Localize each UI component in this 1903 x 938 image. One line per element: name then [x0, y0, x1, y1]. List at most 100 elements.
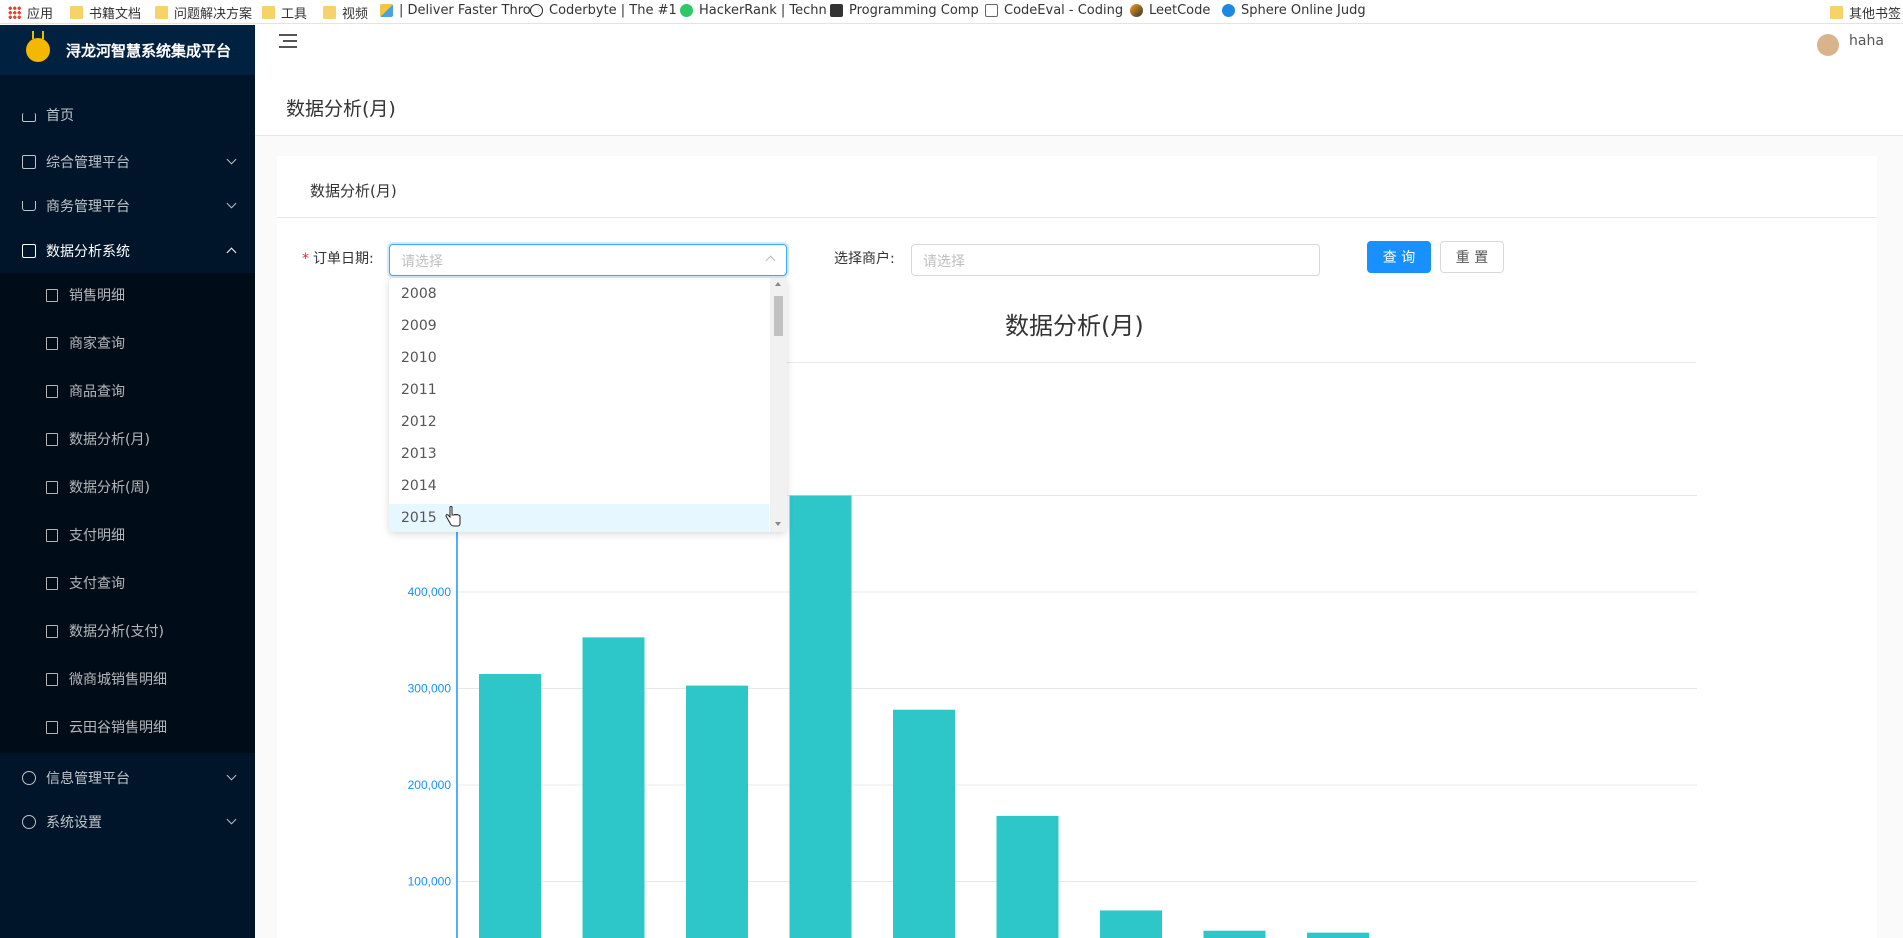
list-icon — [46, 480, 58, 494]
sub-item-yuntiangu-sales[interactable]: 云田谷销售明细 — [0, 705, 255, 749]
query-button[interactable]: 查 询 — [1367, 241, 1431, 273]
data-analysis-submenu: 销售明细 商家查询 商品查询 数据分析(月) 数据分析(周) 支付明细 支付查询… — [0, 273, 255, 753]
order-date-label: * 订单日期: — [302, 248, 374, 268]
chevron-down-icon — [226, 198, 237, 209]
y-tick-label: 400,000 — [408, 585, 452, 599]
bookmark-item[interactable]: 书籍文档 — [70, 3, 141, 22]
sub-item-analysis-month[interactable]: 数据分析(月) — [0, 417, 255, 461]
sub-item-label: 云田谷销售明细 — [69, 720, 167, 736]
menu-fold-icon[interactable] — [279, 34, 297, 48]
bookmark-item[interactable]: 视频 — [323, 3, 368, 22]
card-title: 数据分析(月) — [310, 182, 397, 200]
top-header: haha — [255, 25, 1903, 75]
bar[interactable] — [789, 495, 852, 938]
page-header: 数据分析(月) — [255, 75, 1903, 136]
sub-item-payment-query[interactable]: 支付查询 — [0, 561, 255, 605]
bookmark-item[interactable]: Programming Comp — [830, 3, 979, 18]
scroll-down-icon[interactable] — [775, 522, 781, 526]
year-option[interactable]: 2009 — [389, 312, 769, 344]
menu-item-settings[interactable]: 系统设置 — [0, 800, 255, 844]
menu-item-home[interactable]: 首页 — [0, 93, 255, 137]
bookmark-label: 工具 — [281, 7, 308, 22]
folder-icon — [323, 6, 336, 19]
bookmark-item[interactable]: LeetCode — [1130, 3, 1210, 18]
sub-item-label: 支付明细 — [69, 528, 125, 544]
sub-item-label: 销售明细 — [69, 288, 125, 304]
bar[interactable] — [479, 674, 541, 938]
year-option[interactable]: 2013 — [389, 440, 769, 472]
cb-icon — [530, 4, 543, 17]
sub-item-analysis-payment[interactable]: 数据分析(支付) — [0, 609, 255, 653]
list-icon — [46, 624, 58, 638]
list-icon — [46, 432, 58, 446]
y-tick-label: 300,000 — [408, 682, 452, 696]
bookmark-item[interactable]: HackerRank | Techn — [680, 3, 827, 18]
menu-item-integrated[interactable]: 综合管理平台 — [0, 140, 255, 184]
info-icon — [22, 771, 36, 785]
chevron-down-icon — [226, 154, 237, 165]
doc-icon — [985, 4, 998, 17]
list-icon — [46, 720, 58, 734]
year-option[interactable]: 2010 — [389, 344, 769, 376]
bookmarks-bar: 应用 书籍文档 问题解决方案 工具 视频 | Deliver Faster Thro Cod… — [0, 0, 1903, 24]
sub-item-label: 商家查询 — [69, 336, 125, 352]
bar[interactable] — [686, 685, 748, 938]
username[interactable]: haha — [1849, 33, 1884, 49]
bookmark-item[interactable]: Sphere Online Judg — [1222, 3, 1366, 18]
scroll-thumb[interactable] — [774, 296, 783, 336]
bookmark-item[interactable]: CodeEval - Coding — [985, 3, 1123, 18]
y-tick-label: 100,000 — [408, 875, 452, 889]
bar[interactable] — [893, 709, 955, 938]
list-icon — [46, 672, 58, 686]
dropdown-scrollbar[interactable] — [770, 278, 787, 532]
year-option[interactable]: 2008 — [389, 280, 769, 312]
sub-item-product-query[interactable]: 商品查询 — [0, 369, 255, 413]
chevron-up-icon — [226, 247, 237, 258]
menu-label: 数据分析系统 — [46, 244, 130, 260]
menu-item-data-analysis[interactable]: 数据分析系统 — [0, 229, 255, 273]
year-option[interactable]: 2014 — [389, 472, 769, 504]
list-icon — [22, 155, 36, 169]
bar[interactable] — [1203, 930, 1266, 938]
sub-item-payment-detail[interactable]: 支付明细 — [0, 513, 255, 557]
bar[interactable] — [996, 815, 1059, 938]
sub-item-sales-detail[interactable]: 销售明细 — [0, 273, 255, 317]
chevron-up-icon — [765, 255, 776, 266]
card-divider — [277, 217, 1877, 218]
list-icon — [46, 288, 58, 302]
bookmark-item[interactable]: 问题解决方案 — [155, 3, 252, 22]
logo-icon — [26, 31, 50, 62]
sub-item-analysis-week[interactable]: 数据分析(周) — [0, 465, 255, 509]
bookmark-label: LeetCode — [1149, 3, 1211, 18]
cart-icon — [22, 201, 36, 211]
bookmark-item[interactable]: Coderbyte | The #1 — [530, 3, 677, 18]
bookmark-item[interactable]: 应用 — [8, 3, 53, 22]
bar[interactable] — [1307, 932, 1369, 938]
scroll-up-icon[interactable] — [775, 282, 781, 286]
chevron-down-icon — [226, 770, 237, 781]
bookmark-label: 问题解决方案 — [174, 7, 253, 22]
bar[interactable] — [1100, 910, 1162, 938]
brand[interactable]: 浔龙河智慧系统集成平台 — [0, 25, 255, 75]
year-option[interactable]: 2012 — [389, 408, 769, 440]
reset-button[interactable]: 重 置 — [1440, 241, 1504, 273]
year-option[interactable]: 2011 — [389, 376, 769, 408]
bookmark-label: Coderbyte | The #1 — [549, 3, 677, 18]
bookmark-item[interactable]: | Deliver Faster Thro — [380, 3, 531, 18]
avatar[interactable] — [1817, 34, 1839, 56]
bar[interactable] — [582, 637, 645, 938]
year-dropdown: 2008 2009 2010 2011 2012 2013 2014 2015 — [389, 278, 787, 532]
sub-item-merchant-query[interactable]: 商家查询 — [0, 321, 255, 365]
list-icon — [46, 384, 58, 398]
bookmark-item[interactable]: 工具 — [262, 3, 307, 22]
menu-item-info[interactable]: 信息管理平台 — [0, 756, 255, 800]
dark-icon — [830, 4, 843, 17]
order-date-select[interactable]: 请选择 — [389, 244, 787, 276]
page-title: 数据分析(月) — [286, 98, 396, 120]
merchant-select[interactable]: 请选择 — [911, 244, 1320, 276]
menu-item-business[interactable]: 商务管理平台 — [0, 184, 255, 228]
menu-label: 商务管理平台 — [46, 199, 130, 215]
bookmark-label: Programming Comp — [849, 3, 979, 18]
sub-item-mall-sales[interactable]: 微商城销售明细 — [0, 657, 255, 701]
bookmark-item[interactable]: 其他书签 — [1830, 3, 1901, 22]
